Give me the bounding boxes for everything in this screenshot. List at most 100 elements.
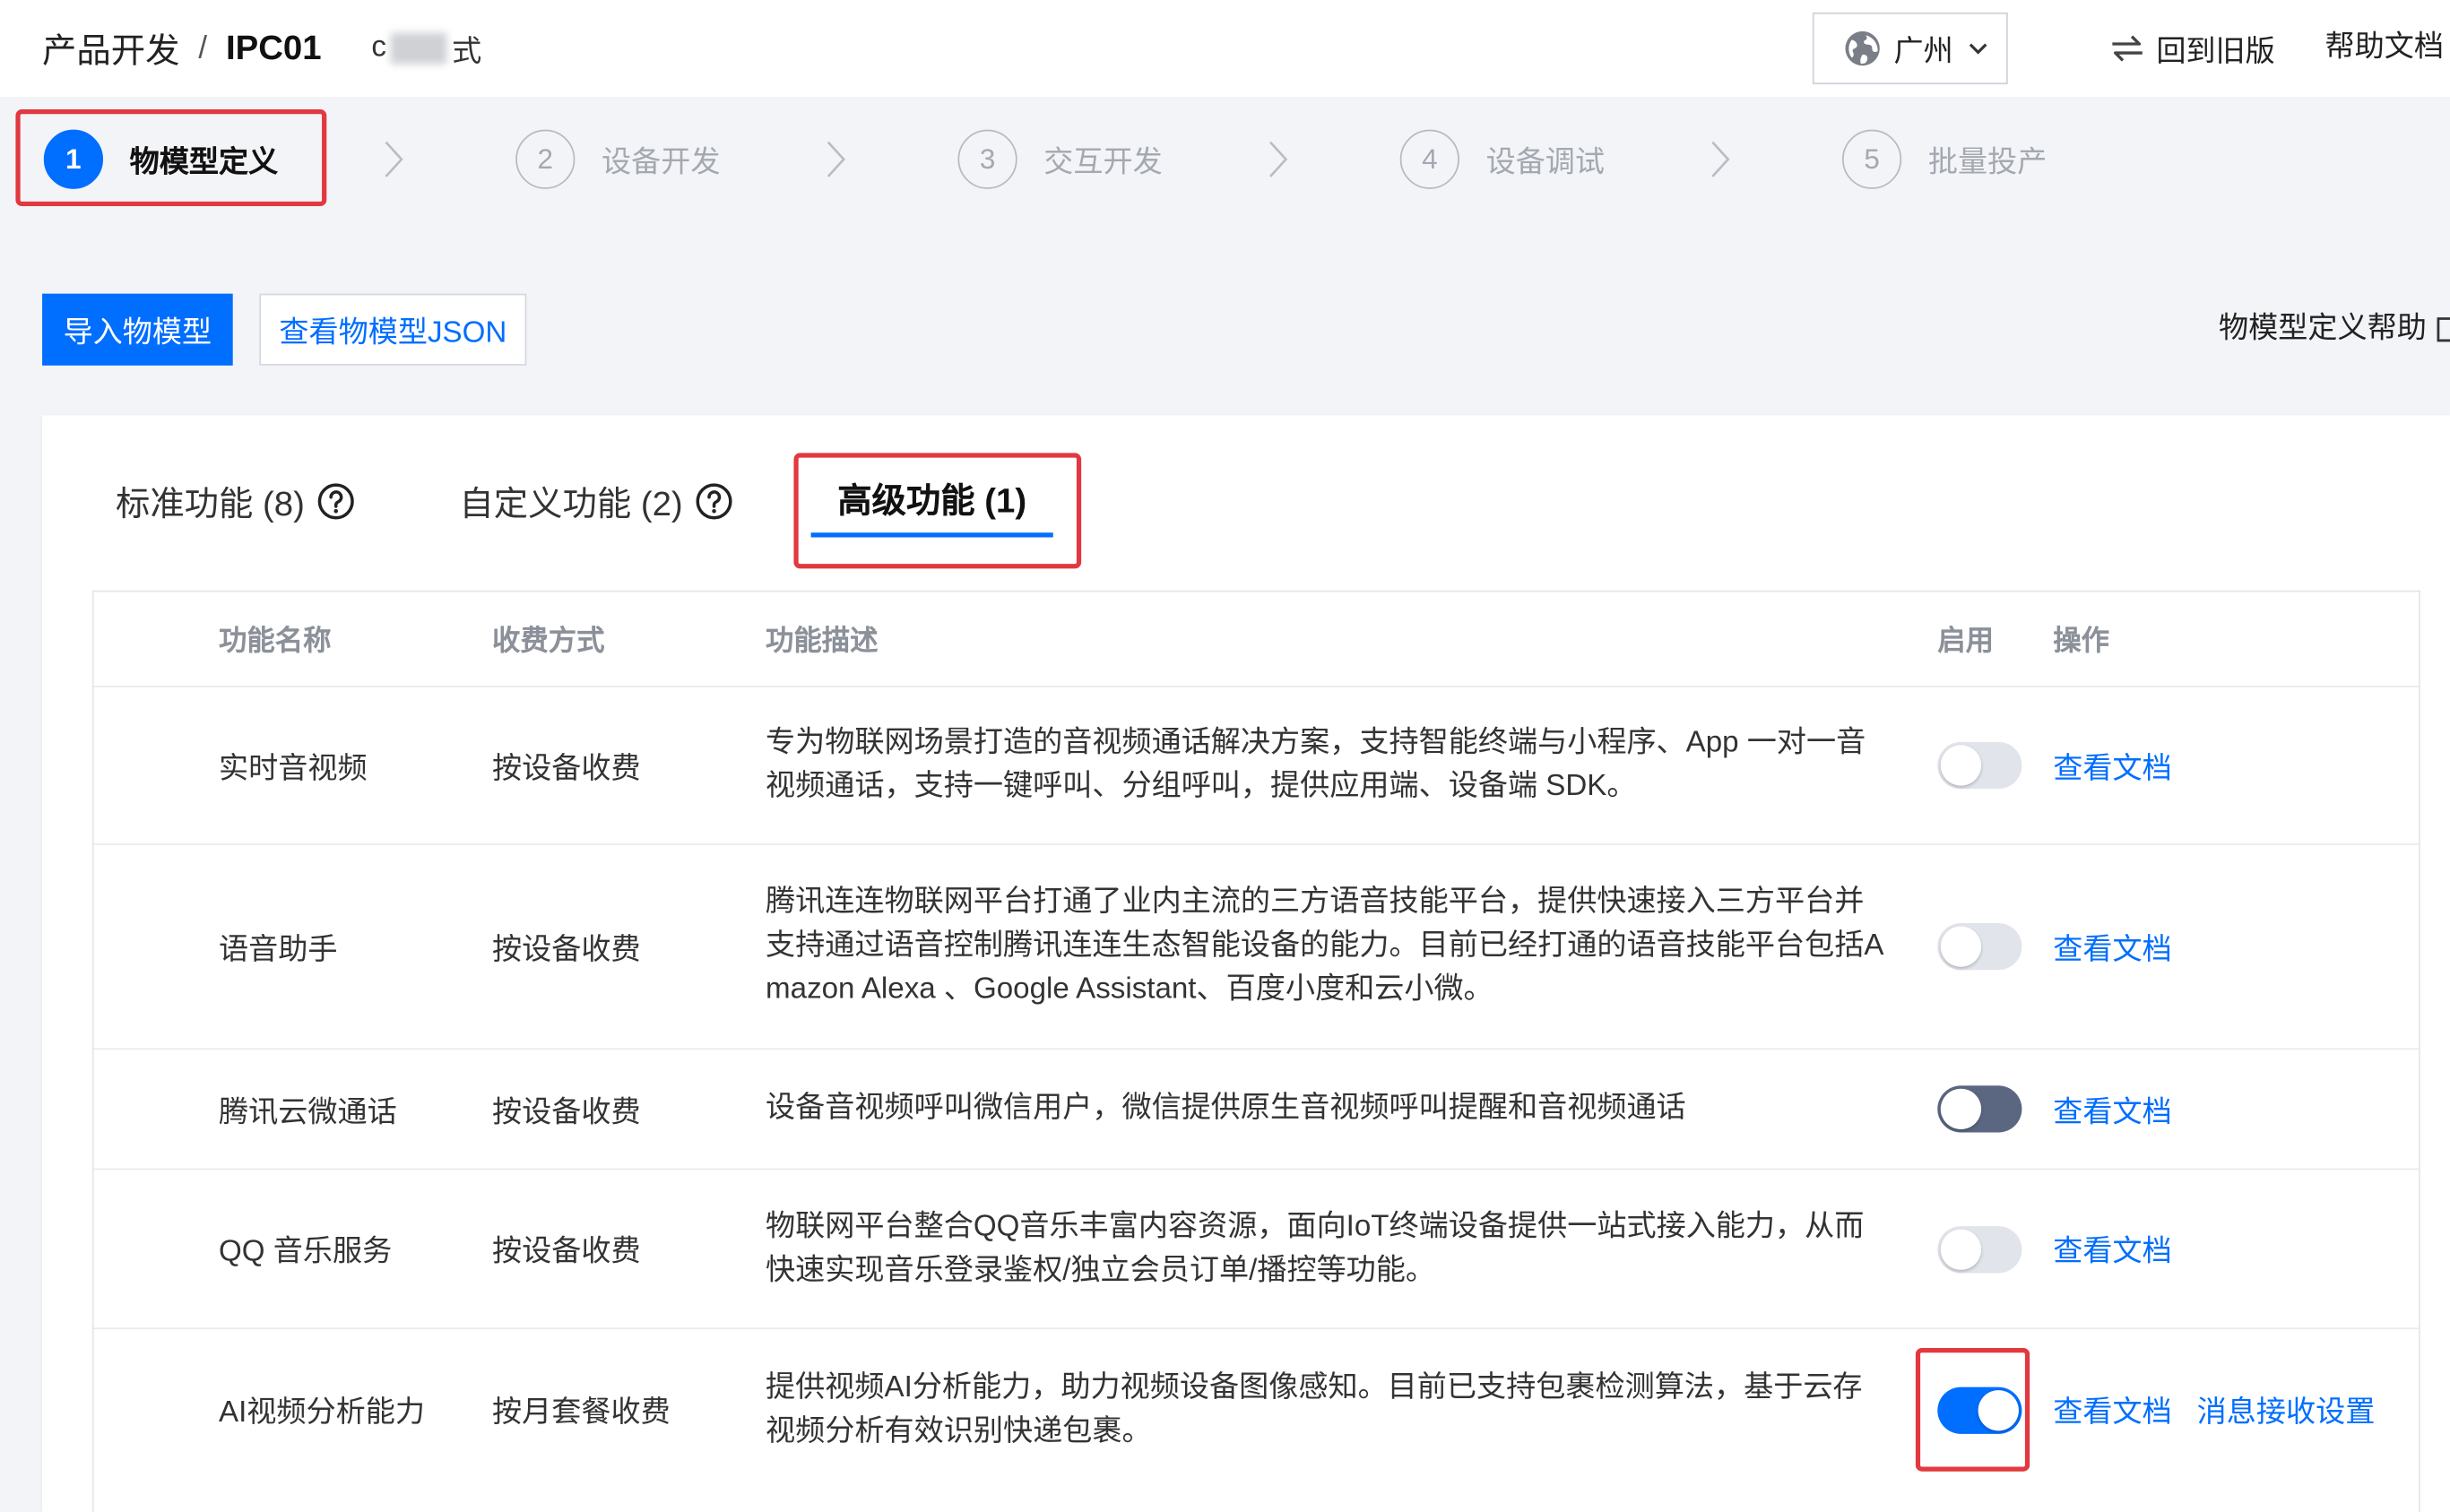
message-receive-settings-link[interactable]: 消息接收设置 xyxy=(2197,1388,2376,1430)
step-mass-production[interactable]: 5 批量投产 xyxy=(1841,129,2047,189)
product-subtitle-suffix: 式 xyxy=(452,35,482,68)
breadcrumb-product-name: IPC01 xyxy=(225,28,322,67)
redacted-text xyxy=(391,32,447,65)
column-header-feature-name: 功能名称 xyxy=(219,625,332,656)
toggle-knob xyxy=(1978,1389,2019,1430)
product-subtitle: c 式 xyxy=(371,27,481,69)
billing-cell: 按设备收费 xyxy=(492,933,641,966)
actions-cell: 查看文档 xyxy=(2021,1170,2419,1327)
enable-cell xyxy=(1906,1329,2022,1512)
back-to-old-version-label: 回到旧版 xyxy=(2156,35,2275,68)
description-line: 支持通过语音控制腾讯连连生态智能设备的能力。目前已经打通的语音技能平台包括A xyxy=(766,929,1884,963)
toggle-knob xyxy=(1940,1088,1982,1130)
chevron-right-icon xyxy=(825,141,846,178)
thing-model-help-link[interactable]: 物模型定义帮助 xyxy=(2219,307,2427,351)
step-label: 设备开发 xyxy=(602,145,721,179)
step-device-debugging[interactable]: 4 设备调试 xyxy=(1399,129,1606,189)
description-line: 专为物联网场景打造的音视频通话解决方案，支持智能终端与小程序、App 一对一音 xyxy=(766,726,1866,759)
feature-name-cell: 腾讯云微通话 xyxy=(219,1095,397,1129)
view-docs-link[interactable]: 查看文档 xyxy=(2053,1388,2171,1430)
row-spacer xyxy=(94,845,188,1049)
description-cell: 物联网平台整合QQ音乐丰富内容资源，面向IoT终端设备提供一站式接入能力，从而 … xyxy=(734,1170,1906,1327)
step-device-development[interactable]: 2 设备开发 xyxy=(515,129,721,189)
description-line: 物联网平台整合QQ音乐丰富内容资源，面向IoT终端设备提供一站式接入能力，从而 xyxy=(766,1209,1865,1243)
enable-toggle[interactable] xyxy=(1937,1386,2022,1433)
view-docs-link[interactable]: 查看文档 xyxy=(2053,1228,2171,1270)
step-number-badge: 4 xyxy=(1399,129,1459,189)
row-spacer xyxy=(94,1329,188,1512)
description-line: 设备音视频呼叫微信用户，微信提供原生音视频呼叫提醒和音视频通话 xyxy=(766,1092,1686,1125)
row-spacer xyxy=(94,1050,188,1168)
enable-cell xyxy=(1906,1050,2022,1168)
feature-name-cell: 语音助手 xyxy=(219,933,338,966)
description-line: 视频通话，支持一键呼叫、分组呼叫，提供应用端、设备端 SDK。 xyxy=(766,770,1637,803)
top-bar: 产品开发 / IPC01 c 式 广州 回到旧版 帮助文档 xyxy=(0,0,2450,98)
step-label: 批量投产 xyxy=(1927,145,2047,179)
enable-toggle[interactable] xyxy=(1937,1085,2022,1133)
question-circle-icon[interactable] xyxy=(317,483,355,521)
table-header-spacer xyxy=(94,592,188,687)
feature-name-cell: AI视频分析能力 xyxy=(219,1396,426,1430)
table-row: QQ 音乐服务 按设备收费 物联网平台整合QQ音乐丰富内容资源，面向IoT终端设… xyxy=(93,1170,2420,1330)
table-row: AI视频分析能力 按月套餐收费 提供视频AI分析能力，助力视频设备图像感知。目前… xyxy=(94,1329,2420,1512)
view-thing-model-json-button[interactable]: 查看物模型JSON xyxy=(259,293,527,366)
breadcrumb-product-development[interactable]: 产品开发 xyxy=(42,23,179,73)
enable-cell xyxy=(1906,1170,2022,1327)
toggle-knob xyxy=(1940,1228,1982,1270)
enable-toggle[interactable] xyxy=(1937,922,2022,971)
billing-cell: 按月套餐收费 xyxy=(492,1396,671,1430)
actions-cell: 查看文档 xyxy=(2021,1050,2419,1168)
tab-advanced-features[interactable]: 高级功能 (1) xyxy=(810,477,1053,538)
product-subtitle-prefix: c xyxy=(371,30,386,65)
tab-custom-features[interactable]: 自定义功能 (2) xyxy=(459,477,732,527)
back-to-old-version-link[interactable]: 回到旧版 xyxy=(2109,27,2275,71)
chevron-down-icon xyxy=(1969,42,1987,55)
advanced-features-table: 功能名称 收费方式 功能描述 启用 操作 实时音视频 按设备收费 专为物联网场景… xyxy=(91,590,2420,1512)
swap-arrows-icon xyxy=(2109,33,2145,65)
description-line: 提供视频AI分析能力，助力视频设备图像感知。目前已支持包裹检测算法，基于云存 xyxy=(766,1370,1863,1404)
step-number-badge: 1 xyxy=(43,129,104,189)
description-cell: 设备音视频呼叫微信用户，微信提供原生音视频呼叫提醒和音视频通话 xyxy=(734,1050,1906,1168)
tab-label: 自定义功能 (2) xyxy=(459,484,683,523)
step-label: 设备调试 xyxy=(1485,145,1606,179)
column-header-enable: 启用 xyxy=(1937,625,1995,656)
table-header-row: 功能名称 收费方式 功能描述 启用 操作 xyxy=(93,592,2420,687)
feature-name-cell: QQ 音乐服务 xyxy=(219,1235,393,1269)
description-line: mazon Alexa 、Google Assistant、百度小度和云小微。 xyxy=(766,972,1493,1007)
help-docs-link[interactable]: 帮助文档 xyxy=(2325,27,2444,71)
tab-standard-features[interactable]: 标准功能 (8) xyxy=(116,477,355,527)
actions-cell: 查看文档 消息接收设置 xyxy=(2021,1329,2419,1512)
step-label: 物模型定义 xyxy=(129,145,279,179)
toggle-knob xyxy=(1940,745,1982,786)
step-label: 交互开发 xyxy=(1043,145,1163,179)
enable-toggle[interactable] xyxy=(1937,741,2022,790)
description-line: 腾讯连连物联网平台打通了业内主流的三方语音技能平台，提供快速接入三方平台并 xyxy=(766,886,1865,919)
description-line: 视频分析有效识别快递包裹。 xyxy=(766,1414,1152,1447)
globe-icon xyxy=(1844,30,1882,67)
view-docs-link[interactable]: 查看文档 xyxy=(2053,926,2171,968)
enable-cell xyxy=(1906,687,2022,843)
step-number-badge: 3 xyxy=(957,129,1017,189)
step-number-badge: 2 xyxy=(515,129,576,189)
view-docs-link[interactable]: 查看文档 xyxy=(2053,744,2171,786)
column-header-description: 功能描述 xyxy=(766,625,879,656)
actions-cell: 查看文档 xyxy=(2021,845,2419,1049)
description-cell: 专为物联网场景打造的音视频通话解决方案，支持智能终端与小程序、App 一对一音 … xyxy=(734,687,1906,843)
description-line: 快速实现音乐登录鉴权/独立会员订单/播控等功能。 xyxy=(766,1253,1436,1287)
table-row: 腾讯云微通话 按设备收费 设备音视频呼叫微信用户，微信提供原生音视频呼叫提醒和音… xyxy=(93,1050,2420,1171)
tab-label: 标准功能 (8) xyxy=(115,484,305,523)
row-spacer xyxy=(94,687,188,843)
region-selector[interactable]: 广州 xyxy=(1812,12,2008,85)
step-thing-model-definition[interactable]: 1 物模型定义 xyxy=(43,129,279,189)
import-thing-model-button[interactable]: 导入物模型 xyxy=(42,293,233,366)
region-label: 广州 xyxy=(1893,35,1953,68)
step-interaction-development[interactable]: 3 交互开发 xyxy=(957,129,1163,189)
external-link-icon xyxy=(2436,317,2450,342)
billing-cell: 按设备收费 xyxy=(492,752,641,785)
enable-toggle[interactable] xyxy=(1937,1225,2022,1273)
tab-label: 高级功能 (1) xyxy=(837,480,1027,521)
chevron-right-icon xyxy=(1268,141,1289,178)
view-docs-link[interactable]: 查看文档 xyxy=(2053,1088,2171,1130)
question-circle-icon[interactable] xyxy=(696,483,733,521)
column-header-actions: 操作 xyxy=(2053,625,2110,656)
